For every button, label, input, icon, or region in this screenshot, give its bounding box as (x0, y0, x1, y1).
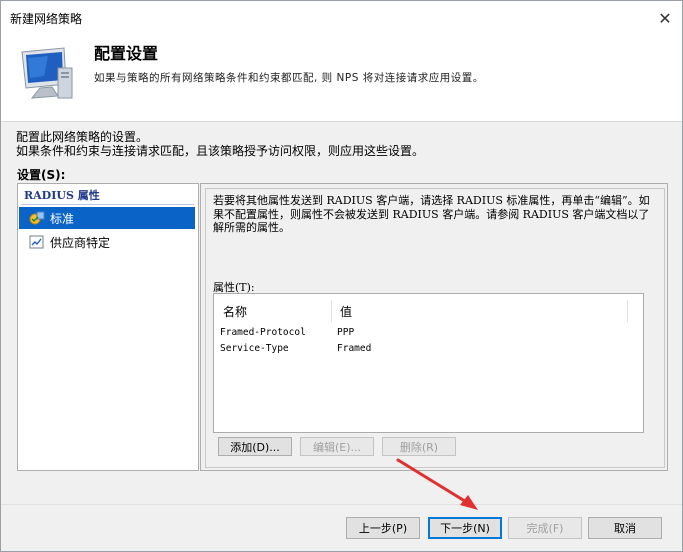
tree-divider (21, 204, 194, 205)
column-header-value[interactable]: 值 (340, 303, 352, 320)
page-title: 配置设置 (94, 44, 159, 63)
attributes-table[interactable]: 名称 值 Framed-Protocol PPP Service-Type Fr… (213, 293, 644, 433)
close-icon: ✕ (658, 8, 672, 28)
attributes-group: 若要将其他属性发送到 RADIUS 客户端，请选择 RADIUS 标准属性，再单… (205, 188, 665, 468)
add-button[interactable]: 添加(D)... (218, 437, 292, 456)
edit-button[interactable]: 编辑(E)... (300, 437, 374, 456)
tree-item-label: 标准 (50, 211, 75, 226)
attribute-value: Framed (337, 343, 372, 354)
title-bar: 新建网络策略 ✕ (1, 1, 682, 34)
tree-header-radius: RADIUS 属性 (24, 189, 100, 202)
vendor-specific-icon (29, 235, 44, 249)
window-title: 新建网络策略 (10, 12, 83, 26)
wizard-header: 配置设置 如果与策略的所有网络策略条件和约束都匹配, 则 NPS 将对连接请求应… (1, 34, 682, 122)
attributes-panel: 若要将其他属性发送到 RADIUS 客户端，请选择 RADIUS 标准属性，再单… (200, 183, 668, 471)
column-divider[interactable] (331, 300, 332, 322)
attribute-value: PPP (337, 327, 355, 338)
close-button[interactable]: ✕ (647, 2, 683, 34)
table-row[interactable]: Service-Type Framed (214, 341, 641, 357)
tree-item-label: 供应商特定 (50, 235, 111, 250)
attribute-name: Framed-Protocol (220, 327, 306, 338)
tree-item-standard[interactable]: 标准 (19, 207, 195, 229)
table-row[interactable]: Framed-Protocol PPP (214, 325, 641, 341)
delete-button[interactable]: 删除(R) (382, 437, 456, 456)
attributes-info-text: 若要将其他属性发送到 RADIUS 客户端，请选择 RADIUS 标准属性，再单… (213, 194, 650, 234)
cancel-button[interactable]: 取消 (588, 517, 662, 539)
tree-item-vendor-specific[interactable]: 供应商特定 (19, 231, 195, 253)
description-line-2: 如果条件和约束与连接请求匹配，且该策略授予访问权限，则应用这些设置。 (16, 144, 425, 158)
next-button[interactable]: 下一步(N) (428, 517, 502, 539)
settings-label: 设置(S): (17, 168, 66, 182)
settings-tree: RADIUS 属性 标准 供应商特定 (17, 183, 199, 471)
annotation-arrow-icon (396, 458, 478, 510)
standard-attributes-icon (29, 211, 45, 225)
monitor-computer-icon (21, 47, 73, 99)
footer-divider (1, 504, 682, 505)
column-header-name[interactable]: 名称 (223, 303, 247, 320)
column-divider[interactable] (627, 300, 628, 322)
finish-button[interactable]: 完成(F) (508, 517, 582, 539)
attribute-name: Service-Type (220, 343, 289, 354)
back-button[interactable]: 上一步(P) (346, 517, 420, 539)
page-subtitle: 如果与策略的所有网络策略条件和约束都匹配, 则 NPS 将对连接请求应用设置。 (94, 72, 484, 84)
